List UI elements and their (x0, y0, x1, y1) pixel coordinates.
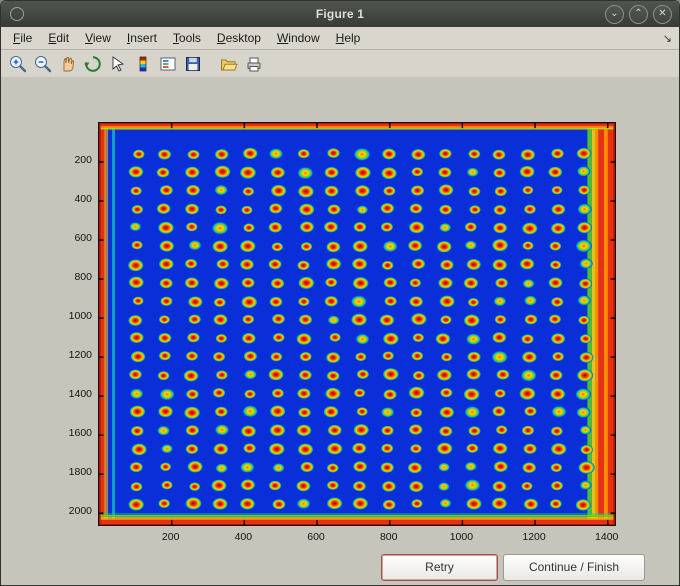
x-tick-label: 600 (307, 531, 325, 543)
figure-window: Figure 1 ⌄ ⌃ ✕ File Edit View Insert Tools De… (0, 0, 680, 586)
menu-view[interactable]: View (77, 29, 119, 47)
toolbar-separator (206, 52, 216, 76)
rotate-3d-icon[interactable] (81, 52, 105, 76)
figure-canvas: Retry Continue / Finish 200 400 600 800 1000… (1, 77, 679, 585)
open-folder-icon[interactable] (217, 52, 241, 76)
continue-finish-button[interactable]: Continue / Finish (503, 554, 645, 581)
insert-legend-icon[interactable] (156, 52, 180, 76)
x-tick-label: 1000 (449, 531, 474, 543)
zoom-out-icon[interactable] (31, 52, 55, 76)
shade-button[interactable]: ⌄ (605, 4, 624, 24)
image-plot-axes (98, 122, 616, 526)
menubar-corner-icon: ↘ (662, 32, 672, 45)
menubar: File Edit View Insert Tools Desktop Window Help… (1, 27, 679, 50)
x-tick-label: 800 (379, 531, 398, 543)
menu-file[interactable]: File (5, 29, 40, 47)
x-tick-label: 1400 (595, 531, 619, 543)
zoom-in-icon[interactable] (6, 52, 30, 76)
y-tick-label: 400 (74, 193, 92, 206)
x-tick-label: 400 (234, 531, 253, 543)
menu-edit[interactable]: Edit (40, 29, 77, 47)
y-tick-label: 1200 (68, 349, 92, 362)
figure-toolbar (1, 50, 679, 78)
y-tick-label: 1400 (68, 388, 92, 401)
y-tick-label: 1600 (68, 427, 92, 440)
y-tick-label: 1800 (68, 466, 92, 479)
x-tick-label: 200 (161, 531, 180, 543)
close-button[interactable]: ✕ (653, 4, 672, 24)
maximize-button[interactable]: ⌃ (629, 4, 648, 24)
window-controls: ⌄ ⌃ ✕ (605, 4, 672, 24)
microarray-image (99, 123, 615, 525)
y-tick-label: 1000 (68, 310, 92, 323)
data-cursor-icon[interactable] (106, 52, 130, 76)
menu-help[interactable]: Help (328, 29, 369, 47)
menu-tools[interactable]: Tools (165, 29, 209, 47)
window-title: Figure 1 (315, 7, 365, 21)
menu-desktop[interactable]: Desktop (209, 29, 269, 47)
y-tick-label: 2000 (68, 505, 92, 518)
print-icon[interactable] (242, 52, 266, 76)
pan-hand-icon[interactable] (56, 52, 80, 76)
x-tick-label: 1200 (522, 531, 546, 543)
colorbar-icon[interactable] (131, 52, 155, 76)
retry-button[interactable]: Retry (381, 554, 498, 581)
y-tick-label: 800 (74, 271, 92, 284)
window-menu-icon[interactable] (10, 7, 24, 21)
menu-insert[interactable]: Insert (119, 29, 165, 47)
y-tick-label: 200 (74, 154, 92, 167)
titlebar: Figure 1 ⌄ ⌃ ✕ (1, 1, 679, 27)
y-tick-label: 600 (74, 232, 92, 245)
menu-window[interactable]: Window (269, 29, 328, 47)
save-icon[interactable] (181, 52, 205, 76)
